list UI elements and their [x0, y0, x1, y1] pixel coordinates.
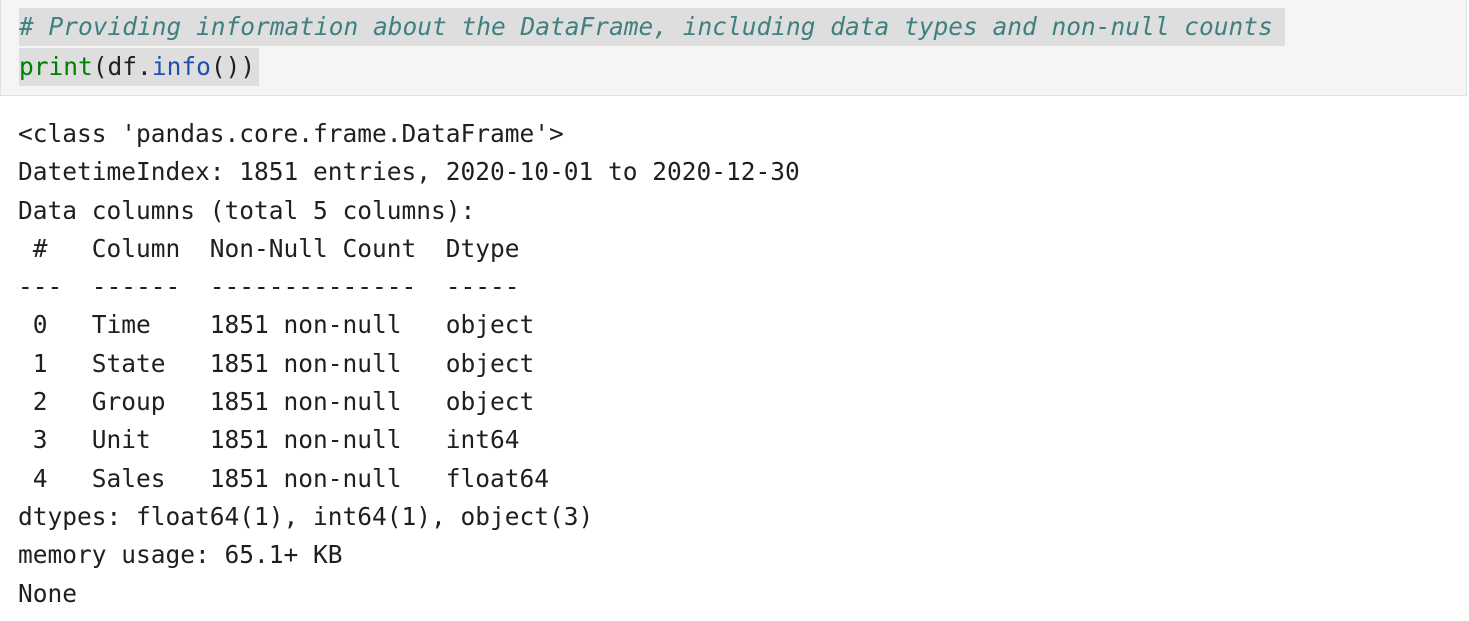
- code-dot: .: [137, 52, 152, 81]
- code-cell[interactable]: # Providing information about the DataFr…: [0, 0, 1467, 96]
- output-line: --- ------ -------------- -----: [18, 272, 550, 302]
- output-line: 3 Unit 1851 non-null int64: [18, 425, 550, 455]
- code-comment-line: # Providing information about the DataFr…: [19, 8, 1285, 46]
- output-line: None: [18, 578, 78, 608]
- code-method-name: info: [151, 52, 211, 81]
- output-line: <class 'pandas.core.frame.DataFrame'>: [18, 119, 564, 148]
- cell-output: <class 'pandas.core.frame.DataFrame'> Dat…: [18, 115, 800, 613]
- output-line: 0 Time 1851 non-null object: [18, 310, 550, 340]
- output-line: DatetimeIndex: 1851 entries, 2020-10-01 …: [18, 157, 800, 187]
- output-line: dtypes: float64(1), int64(1), object(3): [18, 501, 594, 531]
- output-line: 1 State 1851 non-null object: [18, 348, 550, 378]
- output-line: 2 Group 1851 non-null object: [18, 387, 550, 417]
- code-print-keyword: print: [19, 52, 93, 81]
- code-statement-line: print(df.info()): [19, 48, 260, 86]
- code-close-parens: ()): [210, 52, 256, 81]
- output-line: Data columns (total 5 columns):: [18, 195, 476, 225]
- output-line: 4 Sales 1851 non-null float64: [18, 463, 550, 493]
- code-object-name: df: [107, 52, 138, 81]
- notebook-page: # Providing information about the DataFr…: [0, 0, 1469, 621]
- code-open-paren: (: [92, 52, 108, 81]
- output-line: memory usage: 65.1+ KB: [18, 540, 343, 570]
- code-comment: # Providing information about the DataFr…: [19, 12, 1273, 41]
- output-line: # Column Non-Null Count Dtype: [18, 233, 550, 263]
